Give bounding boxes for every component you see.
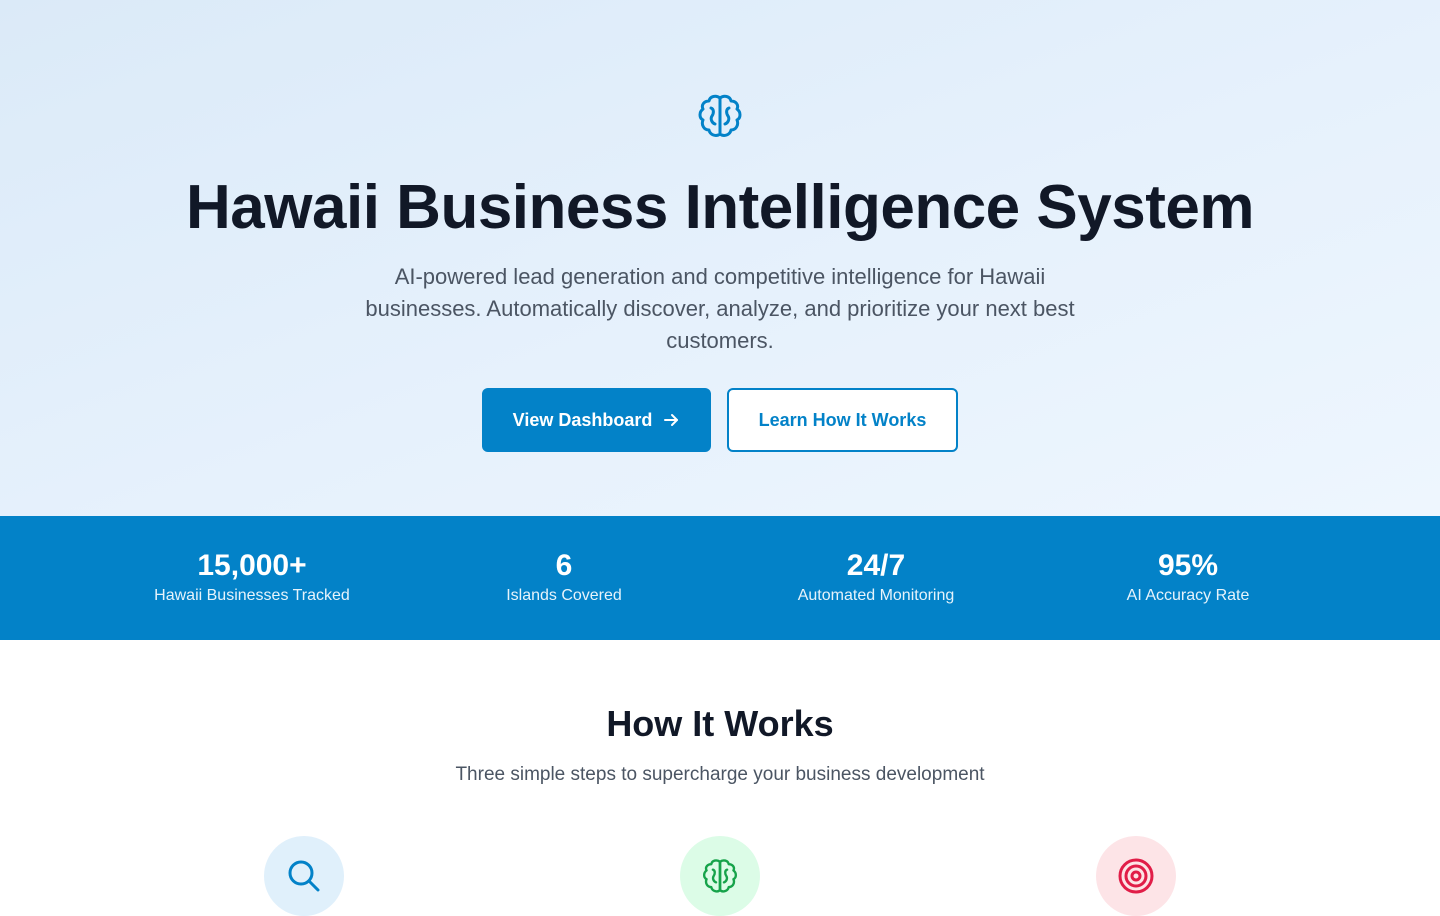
stat-label: AI Accuracy Rate: [1126, 587, 1250, 604]
learn-how-it-works-label: Learn How It Works: [758, 409, 927, 430]
stat-value: 15,000+: [197, 549, 307, 582]
stats-bar: 15,000+ Hawaii Businesses Tracked 6 Isla…: [0, 516, 1440, 640]
section-subtitle: Three simple steps to supercharge your b…: [455, 764, 985, 785]
brain-icon: [702, 859, 738, 893]
stat-ai-accuracy: 95% AI Accuracy Rate: [1032, 548, 1344, 608]
view-dashboard-button[interactable]: View Dashboard: [482, 388, 711, 452]
stat-businesses-tracked: 15,000+ Hawaii Businesses Tracked: [96, 548, 408, 608]
section-title: How It Works: [606, 703, 834, 744]
stat-islands-covered: 6 Islands Covered: [408, 548, 720, 608]
view-dashboard-label: View Dashboard: [512, 409, 653, 430]
arrow-right-icon: [664, 414, 679, 426]
search-icon: [288, 860, 320, 892]
step-analyze: [680, 836, 760, 916]
stat-label: Automated Monitoring: [797, 587, 955, 604]
step-discover: [264, 836, 344, 916]
stat-value: 24/7: [846, 549, 906, 582]
stat-label: Islands Covered: [506, 587, 622, 604]
stat-value: 95%: [1157, 549, 1219, 582]
step-prioritize: [1096, 836, 1176, 916]
hero-subtitle: AI-powered lead generation and competiti…: [365, 264, 1075, 353]
stat-automated-monitoring: 24/7 Automated Monitoring: [720, 548, 1032, 608]
brain-icon: [696, 92, 744, 140]
hero-section: Hawaii Business Intelligence System AI-p…: [0, 0, 1440, 516]
page-title: Hawaii Business Intelligence System: [186, 173, 1254, 242]
stat-value: 6: [555, 549, 573, 582]
target-icon: [1118, 858, 1154, 894]
stat-label: Hawaii Businesses Tracked: [154, 587, 350, 604]
learn-how-it-works-button[interactable]: Learn How It Works: [727, 388, 958, 452]
